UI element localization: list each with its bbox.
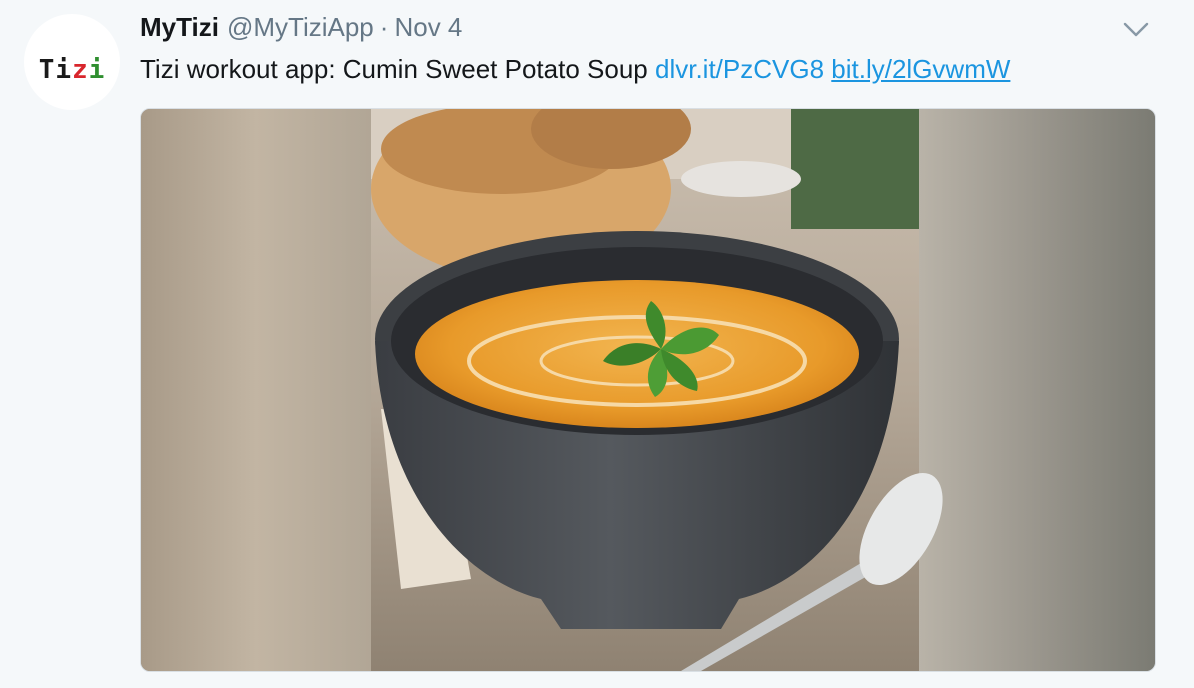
tweet-text: Tizi workout app: Cumin Sweet Potato Sou… bbox=[140, 52, 1010, 86]
link-dlvr[interactable]: dlvr.it/PzCVG8 bbox=[655, 54, 824, 84]
tweet-header: MyTizi @MyTiziApp · Nov 4 bbox=[140, 12, 462, 46]
timestamp[interactable]: Nov 4 bbox=[394, 12, 462, 43]
tweet: Tizi MyTizi @MyTiziApp · Nov 4 Tizi work… bbox=[0, 0, 1194, 688]
avatar[interactable]: Tizi bbox=[24, 14, 120, 110]
display-name[interactable]: MyTizi bbox=[140, 12, 219, 43]
screen-name[interactable]: @MyTiziApp bbox=[227, 12, 374, 43]
separator-dot: · bbox=[379, 12, 389, 42]
tizi-logo: Tizi bbox=[38, 55, 106, 85]
link-bitly[interactable]: bit.ly/2lGvwmW bbox=[831, 54, 1010, 84]
tweet-body: Tizi workout app: Cumin Sweet Potato Sou… bbox=[140, 54, 648, 84]
chevron-down-icon[interactable] bbox=[1122, 18, 1150, 40]
soup-photo bbox=[141, 109, 1155, 671]
media-photo[interactable] bbox=[140, 108, 1156, 672]
